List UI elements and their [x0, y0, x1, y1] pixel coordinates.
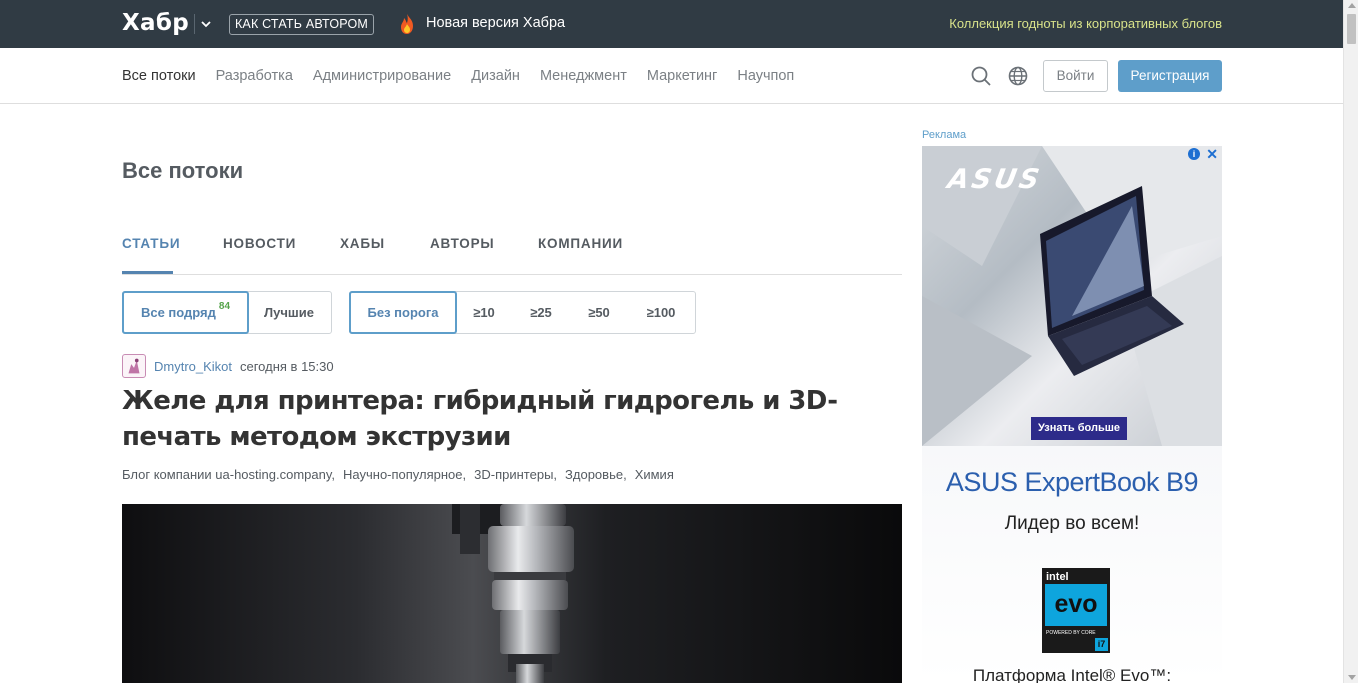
corporate-blogs-promo-link[interactable]: Коллекция годноты из корпоративных блого…	[949, 16, 1222, 31]
register-button[interactable]: Регистрация	[1118, 60, 1222, 92]
filter-rating-100[interactable]: ≥100	[628, 292, 694, 333]
main-nav: Все потоки Разработка Администрирование …	[0, 48, 1343, 104]
ad-banner-image[interactable]: i ✕ ASUS Узнать больше	[922, 146, 1222, 446]
filter-all[interactable]: Все подряд 84	[122, 291, 249, 334]
ad-tagline: Лидер во всем!	[1004, 513, 1140, 534]
filter-best[interactable]: Лучшие	[248, 292, 330, 333]
logo-divider	[194, 14, 195, 34]
post-title[interactable]: Желе для принтера: гибридный гидрогель и…	[122, 383, 882, 455]
filter-rating-25[interactable]: ≥25	[512, 292, 570, 333]
flow-nav-list: Все потоки Разработка Администрирование …	[122, 68, 814, 84]
nav-item-design[interactable]: Дизайн	[471, 68, 520, 84]
tab-articles[interactable]: СТАТЬИ	[122, 236, 180, 251]
post-hubs: Блог компании ua-hosting.company, Научно…	[122, 467, 682, 482]
core-badge-label: POWERED BY CORE	[1046, 630, 1096, 636]
post-cover-image[interactable]	[122, 504, 902, 683]
nav-item-administration[interactable]: Администрирование	[313, 68, 451, 84]
scroll-thumb[interactable]	[1347, 14, 1356, 44]
hub-link[interactable]: Научно-популярное,	[343, 467, 466, 482]
hub-link[interactable]: Химия	[635, 467, 674, 482]
nav-item-all-flows[interactable]: Все потоки	[122, 68, 196, 84]
author-avatar[interactable]	[122, 354, 146, 378]
printer-nozzle-illustration	[452, 504, 574, 683]
asus-logo: ASUS	[945, 164, 1045, 195]
top-bar: Хабр КАК СТАТЬ АВТОРОМ Новая версия Хабр…	[0, 0, 1343, 48]
sidebar-ad[interactable]: i ✕ ASUS Узнать больше ASUS ExpertBook B…	[922, 146, 1222, 683]
ad-label: Реклама	[922, 129, 967, 141]
fire-icon	[401, 14, 413, 34]
rating-filter-group: Без порога ≥10 ≥25 ≥50 ≥100	[349, 291, 696, 334]
new-count-badge: 84	[218, 301, 231, 312]
i7-badge-label: i7	[1095, 638, 1108, 651]
search-icon[interactable]	[970, 65, 992, 87]
filter-no-threshold[interactable]: Без порога	[349, 291, 457, 334]
evo-badge-label: evo	[1045, 584, 1107, 626]
page-scrollbar[interactable]	[1343, 0, 1358, 683]
hub-link[interactable]: 3D-принтеры,	[474, 467, 557, 482]
nav-item-popsci[interactable]: Научпоп	[737, 68, 794, 84]
sort-filter-group: Все подряд 84 Лучшие	[122, 291, 332, 334]
filter-rating-10[interactable]: ≥10	[456, 292, 512, 333]
learn-more-button[interactable]: Узнать больше	[1031, 417, 1127, 440]
new-version-link[interactable]: Новая версия Хабра	[426, 15, 565, 31]
chevron-down-icon[interactable]	[199, 14, 213, 34]
intel-badge-label: intel	[1046, 571, 1069, 583]
filter-rating-50[interactable]: ≥50	[570, 292, 628, 333]
hub-link[interactable]: Блог компании ua-hosting.company,	[122, 467, 335, 482]
filter-all-label: Все подряд	[140, 305, 216, 320]
nav-item-marketing[interactable]: Маркетинг	[647, 68, 718, 84]
nav-item-development[interactable]: Разработка	[216, 68, 293, 84]
login-button[interactable]: Войти	[1043, 60, 1108, 92]
tab-authors[interactable]: АВТОРЫ	[430, 236, 494, 251]
ad-product-name[interactable]: ASUS ExpertBook B9	[922, 467, 1222, 498]
page-title: Все потоки	[122, 158, 244, 183]
ad-platform-text: Платформа Intel® Evo™:	[972, 666, 1172, 683]
post-time: сегодня в 15:30	[240, 359, 334, 374]
nav-item-management[interactable]: Менеджмент	[540, 68, 627, 84]
author-link[interactable]: Dmytro_Kikot	[154, 359, 232, 374]
intel-evo-badge: intel evo POWERED BY CORE i7	[1042, 568, 1110, 653]
hub-link[interactable]: Здоровье,	[565, 467, 627, 482]
habr-logo[interactable]: Хабр	[122, 10, 189, 36]
tab-hubs[interactable]: ХАБЫ	[340, 236, 385, 251]
globe-icon[interactable]	[1007, 65, 1029, 87]
tab-companies[interactable]: КОМПАНИИ	[538, 236, 623, 251]
ad-info-icon[interactable]: i	[1188, 148, 1200, 160]
scroll-down-arrow-icon[interactable]	[1348, 675, 1356, 680]
content-tabs: СТАТЬИ НОВОСТИ ХАБЫ АВТОРЫ КОМПАНИИ	[122, 236, 902, 275]
how-to-become-author-button[interactable]: КАК СТАТЬ АВТОРОМ	[229, 14, 374, 35]
ad-close-icon[interactable]: ✕	[1206, 146, 1218, 163]
active-tab-indicator	[122, 271, 173, 274]
tab-news[interactable]: НОВОСТИ	[223, 236, 296, 251]
scroll-up-arrow-icon[interactable]	[1348, 3, 1356, 8]
